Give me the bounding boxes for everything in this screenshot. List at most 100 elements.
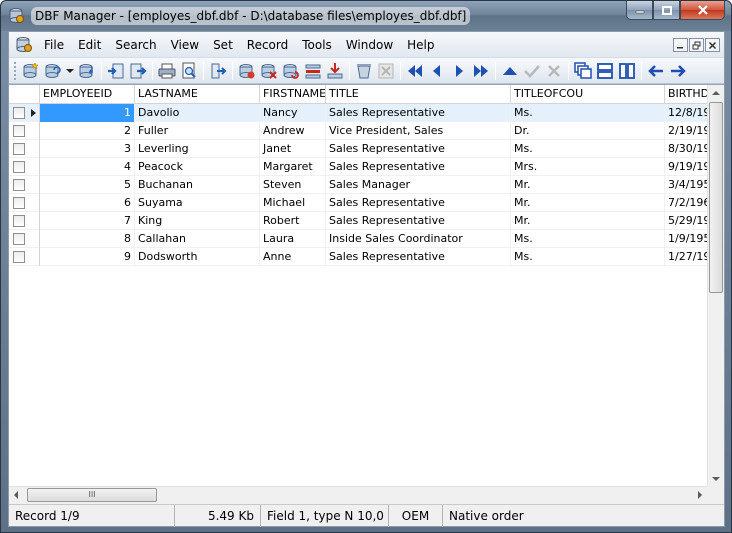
cell-title[interactable]: Inside Sales Coordinator [326,230,511,248]
undelete-record-button[interactable] [280,60,302,82]
table-row[interactable]: 8 Callahan Laura Inside Sales Coordinato… [9,230,724,248]
tile-vertical-button[interactable] [616,60,638,82]
cell-lastname[interactable]: Callahan [135,230,260,248]
append-record-button[interactable] [324,60,346,82]
cell-titleofcou[interactable]: Ms. [511,230,665,248]
forward-button[interactable] [667,60,689,82]
cell-employeeid[interactable]: 2 [40,122,135,140]
cell-lastname[interactable]: Fuller [135,122,260,140]
save-button[interactable] [76,60,98,82]
cell-firstname[interactable]: Margaret [260,158,326,176]
add-record-button[interactable] [236,60,258,82]
vertical-scrollbar[interactable] [707,85,724,487]
horizontal-scrollbar[interactable]: III [9,486,707,503]
minimize-button[interactable] [626,1,653,20]
cell-title[interactable]: Vice President, Sales [326,122,511,140]
title-bar[interactable]: DBF Manager - [employes_dbf.dbf - D:\dat… [1,1,731,31]
scroll-right-arrow-icon[interactable] [698,491,702,499]
cell-title[interactable]: Sales Representative [326,212,511,230]
row-checkbox[interactable] [13,233,25,245]
table-row[interactable]: 5 Buchanan Steven Sales Manager Mr. 3/4/… [9,176,724,194]
scroll-up-arrow-icon[interactable] [712,91,720,95]
tile-horizontal-button[interactable] [594,60,616,82]
table-row[interactable]: 3 Leverling Janet Sales Representative M… [9,140,724,158]
row-checkbox[interactable] [13,143,25,155]
back-button[interactable] [645,60,667,82]
cell-title[interactable]: Sales Manager [326,176,511,194]
cell-employeeid[interactable]: 3 [40,140,135,158]
close-button[interactable] [680,1,725,20]
open-dropdown-button[interactable] [64,60,76,82]
column-header-employeeid[interactable]: EMPLOYEEID [40,85,135,104]
menu-record[interactable]: Record [240,32,295,58]
table-row[interactable]: 4 Peacock Margaret Sales Representative … [9,158,724,176]
maximize-button[interactable] [653,1,680,20]
cell-titleofcou[interactable]: Ms. [511,248,665,266]
column-header-titleofcou[interactable]: TITLEOFCOU [511,85,665,104]
cascade-button[interactable] [572,60,594,82]
column-header-firstname[interactable]: FIRSTNAME [260,85,326,104]
scroll-down-arrow-icon[interactable] [712,477,720,481]
cell-employeeid[interactable]: 1 [40,104,135,122]
cell-employeeid[interactable]: 7 [40,212,135,230]
cell-firstname[interactable]: Robert [260,212,326,230]
cell-lastname[interactable]: Peacock [135,158,260,176]
cell-lastname[interactable]: Buchanan [135,176,260,194]
import-button[interactable] [105,60,127,82]
mdi-minimize-button[interactable] [673,38,688,52]
horizontal-scroll-thumb[interactable]: III [27,488,157,502]
menu-help[interactable]: Help [400,32,441,58]
menu-edit[interactable]: Edit [71,32,108,58]
cell-title[interactable]: Sales Representative [326,140,511,158]
zap-button[interactable] [375,60,397,82]
post-button[interactable] [499,60,521,82]
menu-search[interactable]: Search [108,32,163,58]
next-record-button[interactable] [448,60,470,82]
toolbar-grip[interactable] [14,62,17,80]
table-row[interactable]: 2 Fuller Andrew Vice President, Sales Dr… [9,122,724,140]
cell-firstname[interactable]: Janet [260,140,326,158]
cell-title[interactable]: Sales Representative [326,194,511,212]
cell-firstname[interactable]: Michael [260,194,326,212]
cell-titleofcou[interactable]: Mrs. [511,158,665,176]
new-table-button[interactable] [20,60,42,82]
cell-employeeid[interactable]: 6 [40,194,135,212]
cell-lastname[interactable]: Davolio [135,104,260,122]
print-button[interactable] [156,60,178,82]
mdi-close-button[interactable] [705,38,720,52]
scroll-left-arrow-icon[interactable] [14,491,18,499]
cell-firstname[interactable]: Steven [260,176,326,194]
print-preview-button[interactable] [178,60,200,82]
vertical-scroll-thumb[interactable] [709,102,723,293]
cell-title[interactable]: Sales Representative [326,104,511,122]
column-header-title[interactable]: TITLE [326,85,511,104]
exit-button[interactable] [207,60,229,82]
cell-firstname[interactable]: Andrew [260,122,326,140]
cancel-button[interactable] [543,60,565,82]
table-row[interactable]: 6 Suyama Michael Sales Representative Mr… [9,194,724,212]
last-record-button[interactable] [470,60,492,82]
row-checkbox[interactable] [13,197,25,209]
table-row[interactable]: 7 King Robert Sales Representative Mr. 5… [9,212,724,230]
document-window-icon[interactable] [15,36,33,54]
cell-lastname[interactable]: Leverling [135,140,260,158]
insert-record-button[interactable] [302,60,324,82]
menu-view[interactable]: View [164,32,206,58]
cell-titleofcou[interactable]: Mr. [511,176,665,194]
table-row[interactable]: 9 Dodsworth Anne Sales Representative Ms… [9,248,724,266]
row-checkbox[interactable] [13,125,25,137]
menu-set[interactable]: Set [206,32,240,58]
cell-employeeid[interactable]: 5 [40,176,135,194]
menu-tools[interactable]: Tools [295,32,339,58]
cell-lastname[interactable]: Dodsworth [135,248,260,266]
cell-firstname[interactable]: Anne [260,248,326,266]
export-button[interactable] [127,60,149,82]
data-grid[interactable]: EMPLOYEEID LASTNAME FIRSTNAME TITLE TITL… [9,84,724,503]
mdi-restore-button[interactable] [689,38,704,52]
cell-employeeid[interactable]: 4 [40,158,135,176]
row-checkbox[interactable] [13,251,25,263]
cell-title[interactable]: Sales Representative [326,248,511,266]
column-header-lastname[interactable]: LASTNAME [135,85,260,104]
cell-titleofcou[interactable]: Mr. [511,212,665,230]
confirm-button[interactable] [521,60,543,82]
